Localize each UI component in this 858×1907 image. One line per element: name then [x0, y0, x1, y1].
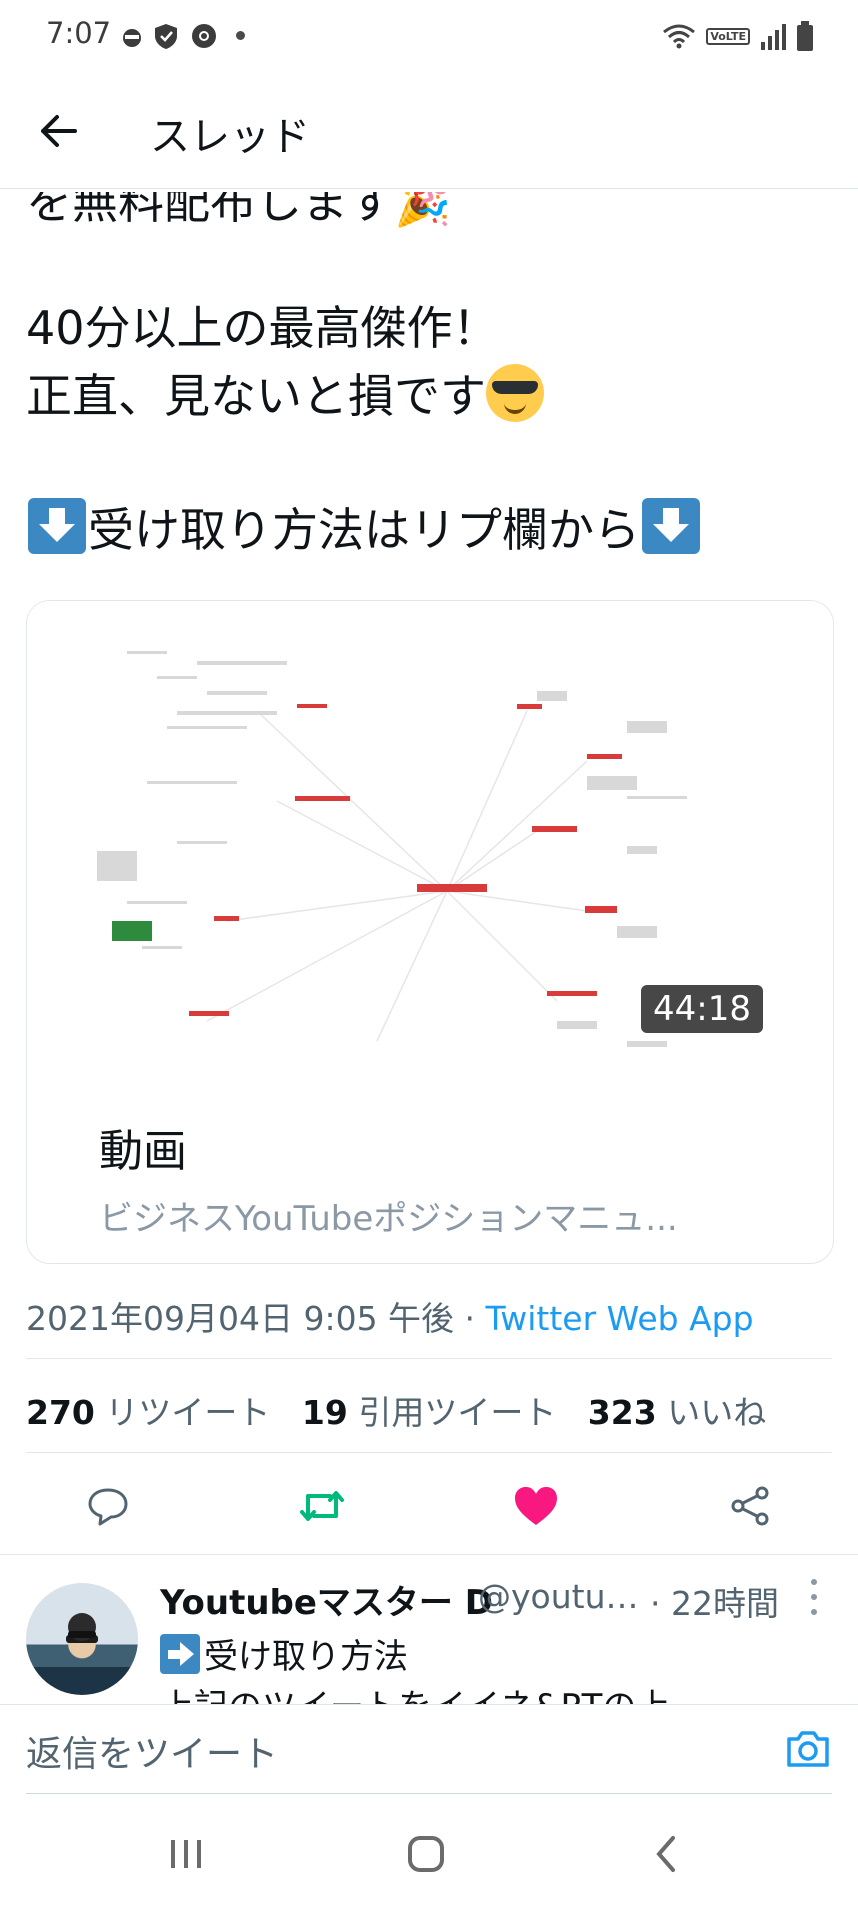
reply-author-handle[interactable]: @youtu… — [478, 1577, 639, 1616]
sunglasses-emoji-icon — [486, 364, 544, 422]
like-count: 323 — [587, 1393, 657, 1432]
reply-button[interactable] — [76, 1474, 140, 1538]
card-subtitle: ビジネスYouTubeポジションマニュ... — [99, 1199, 678, 1239]
tweet-text: 受け取り方法はリプ欄から — [88, 503, 640, 557]
video-card[interactable]: 44:18 動画 ビジネスYouTubeポジションマニュ... — [26, 600, 834, 1264]
reply-text: 受け取り方法 — [204, 1637, 408, 1677]
signal-icon — [761, 24, 786, 50]
arrow-left-icon — [41, 115, 77, 147]
tweet-text-line: 正直、見ないと損です — [26, 364, 544, 426]
down-arrow-emoji-icon — [28, 498, 86, 554]
recent-apps-button[interactable] — [156, 1824, 216, 1884]
volte-icon: VoLTE — [706, 27, 750, 45]
divider — [26, 1452, 832, 1453]
shield-icon — [155, 24, 177, 49]
quote-label: 引用ツイート — [358, 1393, 557, 1432]
share-button[interactable] — [718, 1474, 782, 1538]
chrome-icon — [192, 24, 216, 48]
share-icon — [731, 1486, 769, 1526]
status-time: 7:07 — [46, 16, 112, 50]
tweet-text: 40分以上の最高傑作！ — [26, 301, 499, 355]
likes-stat[interactable]: 323 いいね — [588, 1393, 766, 1432]
retweets-stat[interactable]: 270 リツイート — [26, 1393, 270, 1432]
retweet-button[interactable] — [290, 1474, 354, 1538]
ninja-notification-icon — [123, 29, 141, 47]
camera-icon — [787, 1731, 829, 1767]
reply-bubble-icon — [88, 1488, 128, 1526]
home-icon — [408, 1836, 444, 1872]
divider — [26, 1358, 832, 1359]
avatar-image — [66, 1613, 98, 1643]
page-title: スレッド — [150, 114, 310, 160]
reply-input[interactable]: 返信をツイート — [26, 1725, 278, 1777]
reply-text-line: 受け取り方法 — [160, 1629, 408, 1678]
tweet-text-line: 40分以上の最高傑作！ — [26, 298, 499, 358]
tweet-stats: 270 リツイート 19 引用ツイート 323 いいね — [26, 1386, 766, 1434]
reply-author-name[interactable]: Youtubeマスター D — [160, 1575, 493, 1624]
recent-apps-icon — [171, 1840, 201, 1868]
reply-time: · 22時間 — [650, 1584, 779, 1623]
battery-icon — [797, 21, 813, 51]
back-button[interactable] — [30, 102, 88, 160]
chevron-left-icon — [656, 1836, 675, 1872]
tweet-text: 正直、見ないと損です — [26, 369, 486, 423]
card-title: 動画 — [99, 1126, 187, 1177]
like-button[interactable] — [504, 1474, 568, 1538]
home-button[interactable] — [396, 1824, 456, 1884]
heart-filled-icon — [515, 1487, 557, 1525]
down-arrow-emoji-icon — [642, 498, 700, 554]
video-duration-badge: 44:18 — [641, 985, 763, 1033]
like-label: いいね — [667, 1393, 767, 1432]
system-nav-bar — [0, 1794, 858, 1907]
video-thumbnail[interactable]: 44:18 — [27, 601, 833, 1071]
retweet-icon — [300, 1491, 344, 1521]
quotes-stat[interactable]: 19 引用ツイート — [302, 1393, 556, 1432]
tweet-timestamp: 2021年09月04日 9:05 午後 — [26, 1299, 455, 1338]
tweet-text-line: 受け取り方法はリプ欄から — [26, 498, 702, 560]
status-bar: 7:07 VoLTE — [0, 0, 858, 72]
tweet-metadata: 2021年09月04日 9:05 午後 · Twitter Web App — [26, 1292, 754, 1340]
avatar[interactable] — [26, 1583, 138, 1695]
wifi-icon — [663, 24, 696, 49]
retweet-count: 270 — [26, 1393, 95, 1432]
system-back-button[interactable] — [636, 1824, 696, 1884]
notification-dot — [236, 31, 245, 40]
thread-header: スレッド — [0, 72, 858, 189]
reply-compose-bar: 返信をツイート — [0, 1704, 858, 1795]
status-icons-right: VoLTE — [662, 20, 814, 52]
camera-button[interactable] — [784, 1725, 832, 1773]
reply-text-line: 上記のツイートをイイネ&RTの上 — [160, 1679, 670, 1705]
meta-separator: · — [454, 1299, 486, 1338]
more-options-icon[interactable] — [806, 1579, 822, 1615]
reply-tweet[interactable]: Youtubeマスター D @youtu… · 22時間 受け取り方法 上記のツ… — [0, 1554, 858, 1705]
retweet-label: リツイート — [105, 1393, 271, 1432]
tweet-source-link[interactable]: Twitter Web App — [486, 1299, 754, 1338]
right-arrow-emoji-icon — [160, 1634, 200, 1674]
quote-count: 19 — [301, 1393, 348, 1432]
